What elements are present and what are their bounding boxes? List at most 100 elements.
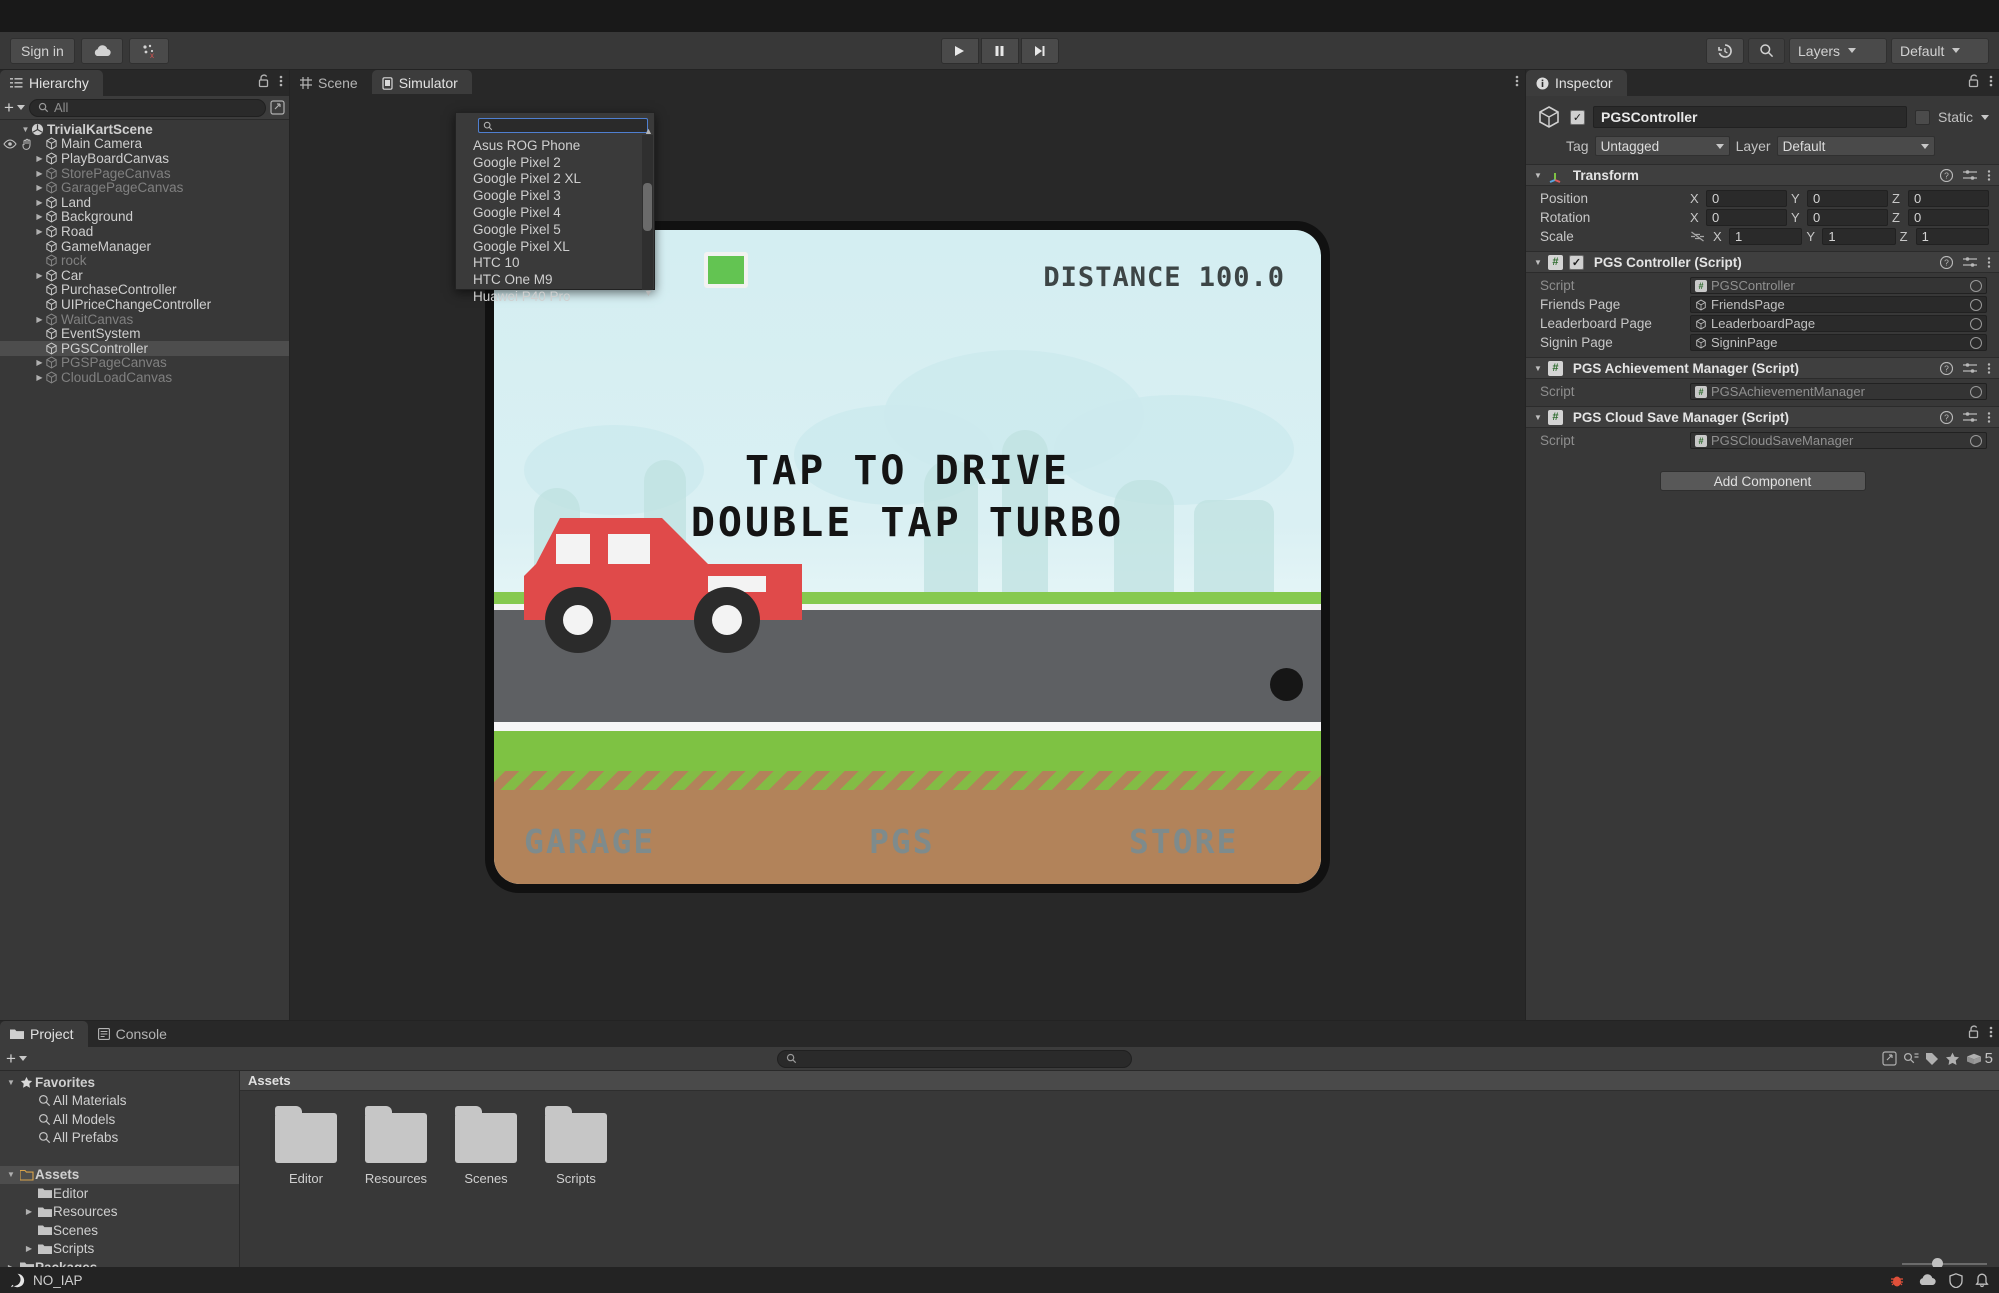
device-option[interactable]: Asus ROG Phone [456,137,654,154]
help-icon[interactable]: ? [1940,410,1953,424]
device-option[interactable]: Huawei P40 Pro [456,288,654,305]
visibility-toggles[interactable] [3,138,34,150]
foldout-arrow-icon[interactable]: ▶ [34,154,45,163]
help-icon[interactable]: ? [1940,255,1953,269]
nav-pgs-label[interactable]: PGS [869,822,935,861]
tab-simulator[interactable]: Simulator [371,70,472,96]
object-picker-icon[interactable] [1970,298,1982,311]
asset-item-scenes[interactable]: Scenes [452,1106,520,1186]
foldout-arrow-icon[interactable]: ▶ [34,198,45,207]
foldout-arrow-icon[interactable]: ▶ [34,183,45,192]
preset-icon[interactable] [1963,362,1977,375]
lock-icon[interactable] [258,74,270,88]
foldout-arrow-icon[interactable]: ▶ [34,315,45,324]
nav-store-label[interactable]: STORE [1129,822,1238,861]
nav-garage-label[interactable]: GARAGE [524,822,655,861]
kebab-menu-icon[interactable] [279,74,283,88]
object-reference-field[interactable]: # PGSController [1690,277,1987,294]
object-reference-field[interactable]: FriendsPage [1690,296,1987,313]
field-x[interactable]: 0 [1706,190,1787,207]
project-tree-item-resources[interactable]: ▶ Resources [0,1203,239,1222]
play-icon[interactable] [940,37,979,64]
asset-item-editor[interactable]: Editor [272,1106,340,1186]
bug-icon[interactable] [1889,1273,1905,1288]
device-selector-popup[interactable]: Asus ROG Phone Google Pixel 2 Google Pixel… [455,112,655,304]
object-picker-icon[interactable] [1970,336,1982,349]
field-z[interactable]: 0 [1908,209,1989,226]
device-option[interactable]: Google Pixel 3 [456,187,654,204]
scroll-up-arrow-icon[interactable]: ▲ [644,126,653,136]
lock-icon[interactable] [1968,74,1980,88]
cloud-icon[interactable] [80,37,123,64]
hierarchy-item-pgspagecanvas[interactable]: ▶ PGSPageCanvas [0,355,289,370]
tab-inspector[interactable]: Inspector [1526,70,1627,96]
hierarchy-item-garagepagecanvas[interactable]: ▶ GaragePageCanvas [0,180,289,195]
device-option[interactable]: Google Pixel 5 [456,221,654,238]
foldout-arrow-icon[interactable]: ▶ [34,271,45,280]
layers-dropdown[interactable]: Layers [1789,37,1887,64]
device-screen[interactable]: DISTANCE 100.0 TAP TO DRIVE DOUBLE TAP T… [494,230,1321,884]
component-header-pgs-cloud-save-manager-script[interactable]: ▼ # PGS Cloud Save Manager (Script)? [1526,406,1999,428]
project-tree-item-all-models[interactable]: All Models [0,1110,239,1129]
object-reference-field[interactable]: LeaderboardPage [1690,315,1987,332]
scroll-down-arrow-icon[interactable]: ▼ [644,288,653,298]
field-y[interactable]: 1 [1822,228,1896,245]
foldout-arrow-icon[interactable]: ▶ [34,358,45,367]
hierarchy-item-car[interactable]: ▶ Car [0,268,289,283]
vector3-field[interactable]: X1Y1Z1 [1690,228,1999,245]
hierarchy-item-pgscontroller[interactable]: PGSController [0,341,289,356]
object-reference-field[interactable]: # PGSCloudSaveManager [1690,432,1987,449]
object-name-input[interactable]: PGSController [1593,106,1907,128]
foldout-arrow-icon[interactable]: ▶ [34,373,45,382]
field-z[interactable]: 0 [1908,190,1989,207]
foldout-arrow-icon[interactable]: ▶ [22,1207,36,1216]
eye-icon[interactable] [3,139,17,149]
project-tree-item-assets[interactable]: ▼ Assets [0,1165,239,1184]
vector3-field[interactable]: X0Y0Z0 [1690,209,1999,226]
label-tag-icon[interactable] [1925,1052,1939,1066]
device-option[interactable]: Google Pixel 2 XL [456,171,654,188]
device-list-scrollbar[interactable]: ▲ ▼ [642,126,653,298]
bell-icon[interactable] [1975,1273,1989,1288]
project-tree-item-editor[interactable]: Editor [0,1184,239,1203]
field-z[interactable]: 1 [1915,228,1989,245]
project-create-button[interactable]: + [6,1050,27,1067]
kebab-menu-icon[interactable] [1989,1025,1993,1039]
hierarchy-search-input[interactable]: All [28,98,266,117]
sign-in-button[interactable]: Sign in [10,37,75,64]
foldout-arrow-icon[interactable]: ▶ [34,169,45,178]
hierarchy-item-road[interactable]: ▶ Road [0,224,289,239]
hierarchy-item-uipricechangecontroller[interactable]: UIPriceChangeController [0,297,289,312]
tab-hierarchy[interactable]: Hierarchy [0,70,103,96]
foldout-arrow-icon[interactable]: ▼ [1534,364,1542,373]
hierarchy-item-purchasecontroller[interactable]: PurchaseController [0,282,289,297]
preset-icon[interactable] [1963,411,1977,424]
hierarchy-item-gamemanager[interactable]: GameManager [0,239,289,254]
foldout-arrow-icon[interactable]: ▶ [22,1244,36,1253]
kebab-menu-icon[interactable] [1987,169,1991,182]
foldout-arrow-icon[interactable]: ▼ [4,1170,18,1179]
warning-icon[interactable] [10,1273,25,1288]
layout-dropdown[interactable]: Default [1891,37,1989,64]
foldout-arrow-icon[interactable]: ▼ [1534,413,1542,422]
component-header-transform[interactable]: ▼ Transform ? [1526,164,1999,186]
tab-project[interactable]: Project [0,1021,88,1047]
filter-search-icon[interactable] [1903,1052,1919,1066]
pause-icon[interactable] [980,37,1019,64]
help-icon[interactable]: ? [1940,361,1953,375]
hierarchy-item-trivialkartscene[interactable]: ▼ TrivialKartScene [0,122,289,137]
preset-icon[interactable] [1963,169,1977,182]
hierarchy-item-cloudloadcanvas[interactable]: ▶ CloudLoadCanvas [0,370,289,385]
kebab-menu-icon[interactable] [1987,362,1991,375]
step-icon[interactable] [1020,37,1059,64]
device-option[interactable]: HTC One M9 [456,271,654,288]
history-icon[interactable] [1706,37,1744,64]
hierarchy-item-waitcanvas[interactable]: ▶ WaitCanvas [0,312,289,327]
star-icon[interactable] [1945,1052,1960,1066]
preset-icon[interactable] [1963,256,1977,269]
object-enabled-checkbox[interactable]: ✓ [1570,109,1585,125]
tab-console[interactable]: Console [88,1021,181,1047]
component-header-pgs-achievement-manager-script[interactable]: ▼ # PGS Achievement Manager (Script)? [1526,357,1999,379]
field-y[interactable]: 0 [1807,209,1888,226]
static-checkbox[interactable] [1914,109,1930,125]
